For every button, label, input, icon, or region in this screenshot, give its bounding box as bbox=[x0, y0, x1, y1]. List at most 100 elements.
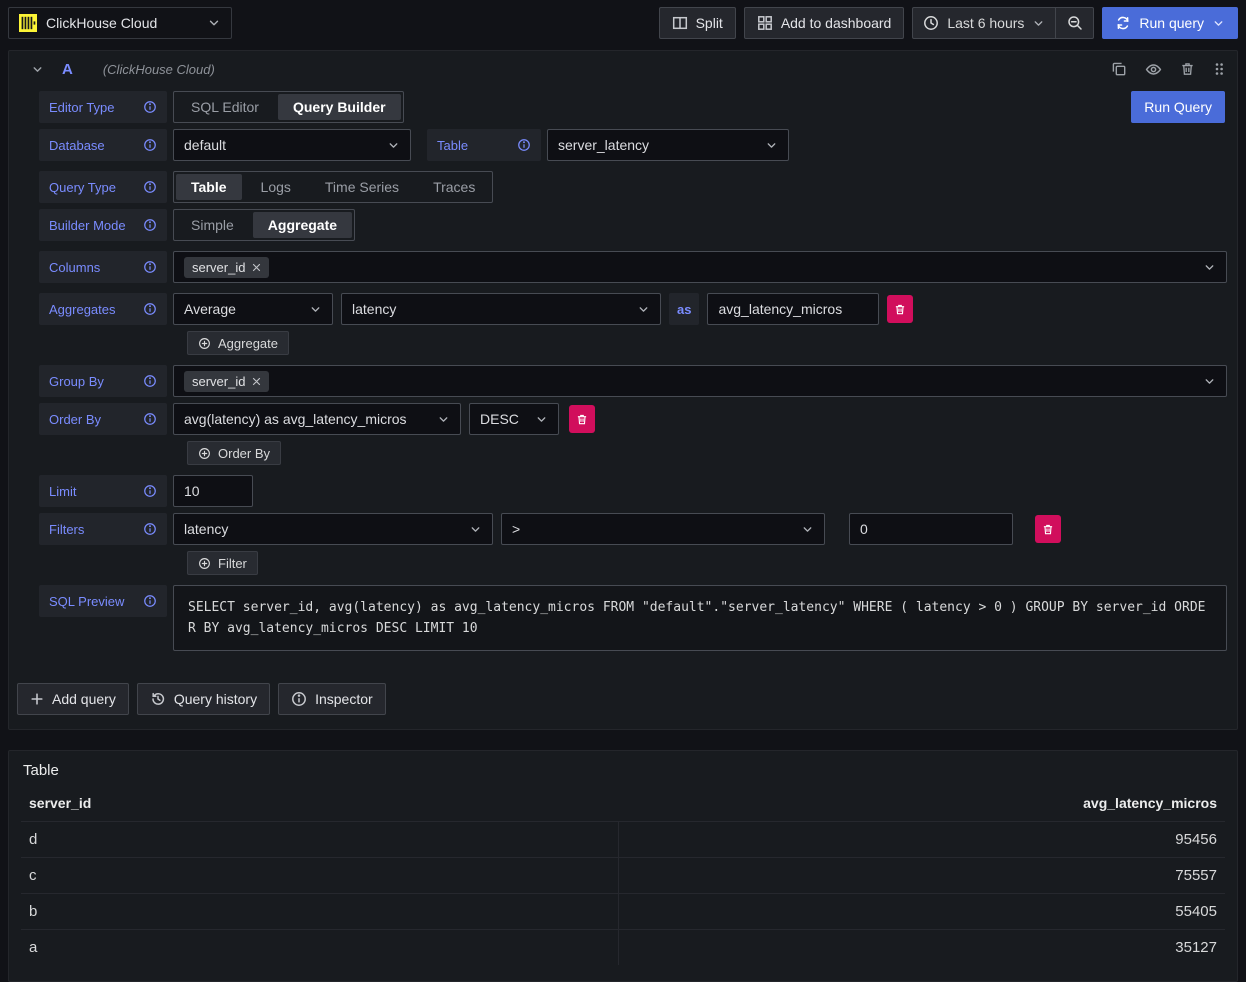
remove-chip-icon[interactable] bbox=[252, 263, 261, 272]
info-icon[interactable] bbox=[143, 412, 157, 426]
group-by-row: Group By server_id bbox=[39, 365, 1227, 397]
editor-type-row: Editor Type SQL Editor Query Builder Run… bbox=[39, 91, 1227, 123]
add-query-button[interactable]: Add query bbox=[17, 683, 129, 715]
info-icon[interactable] bbox=[143, 180, 157, 194]
dashboard-grid-icon bbox=[757, 15, 773, 31]
aggregate-function-select[interactable]: Average bbox=[173, 293, 333, 325]
cell-avg-latency: 55405 bbox=[618, 894, 1225, 929]
explore-toolbar: ClickHouse Cloud Split Add to dashboard … bbox=[0, 0, 1246, 46]
builder-mode-simple[interactable]: Simple bbox=[174, 210, 251, 240]
remove-aggregate-button[interactable] bbox=[887, 295, 913, 323]
info-icon[interactable] bbox=[143, 594, 157, 608]
table-panel: Table server_id avg_latency_micros d 954… bbox=[8, 750, 1238, 982]
inspector-button[interactable]: Inspector bbox=[278, 683, 386, 715]
table-row[interactable]: b 55405 bbox=[21, 893, 1225, 929]
filter-value-input[interactable]: 0 bbox=[849, 513, 1013, 545]
builder-mode-aggregate[interactable]: Aggregate bbox=[253, 212, 352, 238]
add-to-dashboard-label: Add to dashboard bbox=[781, 15, 892, 31]
refresh-icon bbox=[1115, 15, 1131, 31]
add-filter-button[interactable]: Filter bbox=[187, 551, 258, 575]
order-direction-select[interactable]: DESC bbox=[469, 403, 559, 435]
order-by-label: Order By bbox=[39, 403, 167, 435]
query-type-traces[interactable]: Traces bbox=[416, 172, 492, 202]
add-to-dashboard-button[interactable]: Add to dashboard bbox=[744, 7, 905, 39]
group-by-multiselect[interactable]: server_id bbox=[173, 365, 1227, 397]
query-type-logs[interactable]: Logs bbox=[244, 172, 308, 202]
limit-input[interactable]: 10 bbox=[173, 475, 253, 507]
chevron-down-icon bbox=[535, 413, 548, 426]
filter-operator-select[interactable]: > bbox=[501, 513, 825, 545]
order-by-row: Order By avg(latency) as avg_latency_mic… bbox=[39, 403, 1227, 435]
builder-mode-label: Builder Mode bbox=[39, 209, 167, 241]
aggregate-alias-input[interactable]: avg_latency_micros bbox=[707, 293, 879, 325]
delete-query-icon[interactable] bbox=[1180, 61, 1195, 77]
table-row[interactable]: c 75557 bbox=[21, 857, 1225, 893]
hide-query-icon[interactable] bbox=[1145, 61, 1162, 78]
filter-column-value: latency bbox=[184, 521, 228, 537]
plus-circle-icon bbox=[198, 337, 211, 350]
plus-circle-icon bbox=[198, 447, 211, 460]
info-icon[interactable] bbox=[143, 522, 157, 536]
remove-filter-button[interactable] bbox=[1035, 515, 1061, 543]
database-select[interactable]: default bbox=[173, 129, 411, 161]
chevron-down-icon bbox=[765, 139, 778, 152]
builder-mode-row: Builder Mode Simple Aggregate bbox=[39, 209, 1227, 241]
remove-chip-icon[interactable] bbox=[252, 377, 261, 386]
add-order-by-row: Order By bbox=[187, 441, 1227, 465]
run-query-inline-button[interactable]: Run Query bbox=[1131, 91, 1225, 123]
chevron-down-icon bbox=[207, 16, 221, 30]
cell-avg-latency: 35127 bbox=[618, 930, 1225, 965]
cell-server-id: d bbox=[21, 822, 618, 857]
info-icon[interactable] bbox=[143, 260, 157, 274]
info-icon[interactable] bbox=[143, 138, 157, 152]
collapse-query-icon[interactable] bbox=[31, 63, 44, 76]
query-type-time-series[interactable]: Time Series bbox=[308, 172, 416, 202]
datasource-picker[interactable]: ClickHouse Cloud bbox=[8, 7, 232, 39]
remove-order-by-button[interactable] bbox=[569, 405, 595, 433]
split-button[interactable]: Split bbox=[659, 7, 736, 39]
info-icon[interactable] bbox=[143, 302, 157, 316]
plus-circle-icon bbox=[198, 557, 211, 570]
table-row[interactable]: a 35127 bbox=[21, 929, 1225, 965]
query-builder-option[interactable]: Query Builder bbox=[278, 94, 401, 120]
drag-handle-icon[interactable] bbox=[1213, 61, 1225, 77]
info-icon[interactable] bbox=[143, 374, 157, 388]
order-by-expression-value: avg(latency) as avg_latency_micros bbox=[184, 411, 407, 427]
table-select[interactable]: server_latency bbox=[547, 129, 789, 161]
chevron-down-icon bbox=[1032, 17, 1045, 30]
query-type-table[interactable]: Table bbox=[176, 174, 242, 200]
columns-multiselect[interactable]: server_id bbox=[173, 251, 1227, 283]
explore-footer: Add query Query history Inspector bbox=[9, 657, 1237, 717]
column-header-server-id[interactable]: server_id bbox=[21, 795, 618, 811]
add-order-by-button[interactable]: Order By bbox=[187, 441, 281, 465]
column-header-avg-latency-micros[interactable]: avg_latency_micros bbox=[618, 795, 1225, 811]
info-icon[interactable] bbox=[143, 484, 157, 498]
filters-row: Filters latency > 0 bbox=[39, 513, 1227, 545]
zoom-out-time-button[interactable] bbox=[1055, 8, 1093, 38]
info-icon[interactable] bbox=[143, 100, 157, 114]
info-icon[interactable] bbox=[517, 138, 531, 152]
chevron-down-icon bbox=[1203, 261, 1216, 274]
aggregate-function-value: Average bbox=[184, 301, 236, 317]
add-aggregate-button[interactable]: Aggregate bbox=[187, 331, 289, 355]
filter-column-select[interactable]: latency bbox=[173, 513, 493, 545]
group-by-label: Group By bbox=[39, 365, 167, 397]
time-range-button[interactable]: Last 6 hours bbox=[913, 8, 1055, 38]
datasource-picker-label: ClickHouse Cloud bbox=[46, 15, 198, 31]
query-ref-id[interactable]: A bbox=[62, 61, 73, 78]
table-row[interactable]: d 95456 bbox=[21, 821, 1225, 857]
chevron-down-icon bbox=[387, 139, 400, 152]
sql-preview-label: SQL Preview bbox=[39, 585, 167, 617]
columns-row: Columns server_id bbox=[39, 251, 1227, 283]
filters-label: Filters bbox=[39, 513, 167, 545]
sql-editor-option[interactable]: SQL Editor bbox=[174, 92, 276, 122]
order-by-expression-select[interactable]: avg(latency) as avg_latency_micros bbox=[173, 403, 461, 435]
run-query-button[interactable]: Run query bbox=[1102, 7, 1238, 39]
add-aggregate-row: Aggregate bbox=[187, 331, 1227, 355]
query-history-button[interactable]: Query history bbox=[137, 683, 270, 715]
duplicate-query-icon[interactable] bbox=[1111, 61, 1127, 77]
chevron-down-icon[interactable] bbox=[1212, 17, 1225, 30]
panel-title: Table bbox=[21, 760, 1225, 795]
info-icon[interactable] bbox=[143, 218, 157, 232]
aggregate-column-select[interactable]: latency bbox=[341, 293, 661, 325]
